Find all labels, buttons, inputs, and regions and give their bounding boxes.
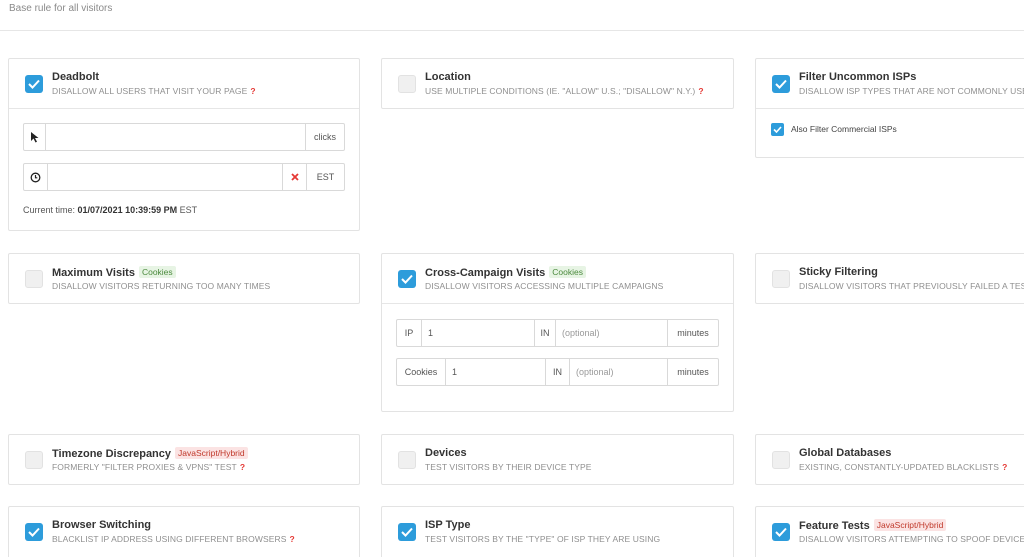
cross-campaign-checkbox[interactable] bbox=[398, 270, 416, 288]
filter-isps-checkbox[interactable] bbox=[772, 75, 790, 93]
card-timezone-discrepancy: Timezone Discrepancy JavaScript/Hybrid FO… bbox=[8, 434, 360, 485]
question-icon[interactable]: ? bbox=[250, 86, 255, 96]
cross-campaign-desc: DISALLOW VISITORS ACCESSING MULTIPLE CAM… bbox=[425, 281, 664, 291]
location-title: Location bbox=[425, 71, 471, 83]
devices-title: Devices bbox=[425, 447, 467, 459]
browser-switch-desc: BLACKLIST IP ADDRESS USING DIFFERENT BRO… bbox=[52, 534, 295, 544]
ip-in-label: IN bbox=[535, 320, 556, 346]
ip-limit-row: IP 1 IN (optional) minutes bbox=[396, 319, 719, 347]
cookies-badge: Cookies bbox=[549, 266, 586, 278]
card-isp-type: ISP Type TEST VISITORS BY THE "TYPE" OF … bbox=[381, 506, 734, 557]
timezone-checkbox[interactable] bbox=[25, 451, 43, 469]
card-location: Location USE MULTIPLE CONDITIONS (IE. "A… bbox=[381, 58, 734, 109]
ip-minutes-unit: minutes bbox=[677, 328, 709, 338]
cookies-minutes-input[interactable]: (optional) bbox=[570, 359, 668, 385]
feature-tests-desc: DISALLOW VISITORS ATTEMPTING TO SPOOF DE… bbox=[799, 534, 1024, 544]
deadbolt-desc: DISALLOW ALL USERS THAT VISIT YOUR PAGE? bbox=[52, 86, 256, 96]
ip-label: IP bbox=[397, 320, 422, 346]
sticky-desc: DISALLOW VISITORS THAT PREVIOUSLY FAILED… bbox=[799, 281, 1024, 291]
cookies-label: Cookies bbox=[397, 359, 446, 385]
time-input-group: EST bbox=[23, 163, 345, 191]
max-visits-checkbox[interactable] bbox=[25, 270, 43, 288]
page-subtitle: Base rule for all visitors bbox=[9, 3, 113, 14]
isp-type-desc: TEST VISITORS BY THE "TYPE" OF ISP THEY … bbox=[425, 534, 661, 544]
card-browser-switching: Browser Switching BLACKLIST IP ADDRESS U… bbox=[8, 506, 360, 557]
clicks-input-group: clicks bbox=[23, 123, 345, 151]
page-header: Base rule for all visitors bbox=[0, 0, 1024, 31]
question-icon[interactable]: ? bbox=[1002, 462, 1007, 472]
feature-tests-checkbox[interactable] bbox=[772, 523, 790, 541]
filter-isps-title: Filter Uncommon ISPs bbox=[799, 71, 917, 83]
javascript-badge: JavaScript/Hybrid bbox=[175, 447, 248, 459]
javascript-badge: JavaScript/Hybrid bbox=[873, 519, 947, 531]
cookies-badge: Cookies bbox=[138, 266, 176, 278]
clock-icon bbox=[24, 164, 48, 190]
cursor-icon bbox=[24, 124, 46, 150]
check-icon bbox=[775, 527, 787, 537]
clicks-input[interactable] bbox=[46, 124, 306, 150]
card-maximum-visits: Maximum Visits Cookies DISALLOW VISITORS … bbox=[8, 253, 360, 304]
global-db-desc: EXISTING, CONSTANTLY-UPDATED BLACKLISTS? bbox=[799, 462, 1008, 472]
max-visits-desc: DISALLOW VISITORS RETURNING TOO MANY TIM… bbox=[52, 281, 271, 291]
location-checkbox[interactable] bbox=[398, 75, 416, 93]
cookies-count-input[interactable]: 1 bbox=[446, 359, 546, 385]
location-desc: USE MULTIPLE CONDITIONS (IE. "ALLOW" U.S… bbox=[425, 86, 704, 96]
feature-tests-title: Feature Tests JavaScript/Hybrid bbox=[799, 519, 947, 532]
question-icon[interactable]: ? bbox=[290, 534, 295, 544]
cross-campaign-title: Cross-Campaign Visits Cookies bbox=[425, 266, 586, 279]
isp-type-title: ISP Type bbox=[425, 519, 471, 531]
clicks-suffix: clicks bbox=[314, 132, 336, 142]
cookies-in-label: IN bbox=[546, 359, 570, 385]
card-deadbolt: Deadbolt DISALLOW ALL USERS THAT VISIT Y… bbox=[8, 58, 360, 231]
question-icon[interactable]: ? bbox=[240, 462, 245, 472]
card-sticky-filtering: Sticky Filtering DISALLOW VISITORS THAT … bbox=[755, 253, 1024, 304]
max-visits-title: Maximum Visits Cookies bbox=[52, 266, 176, 279]
clear-time-button[interactable] bbox=[283, 164, 307, 190]
ip-minutes-input[interactable]: (optional) bbox=[556, 320, 668, 346]
commercial-isps-label: Also Filter Commercial ISPs bbox=[791, 124, 897, 134]
card-feature-tests: Feature Tests JavaScript/Hybrid DISALLOW … bbox=[755, 506, 1024, 557]
commercial-isps-checkbox[interactable] bbox=[771, 123, 784, 136]
timezone-desc: FORMERLY "FILTER PROXIES & VPNS" TEST? bbox=[52, 462, 246, 472]
timezone-title: Timezone Discrepancy JavaScript/Hybrid bbox=[52, 447, 248, 460]
devices-checkbox[interactable] bbox=[398, 451, 416, 469]
check-icon bbox=[28, 79, 40, 89]
browser-switch-title: Browser Switching bbox=[52, 519, 152, 531]
cookies-minutes-unit: minutes bbox=[677, 367, 709, 377]
check-icon bbox=[401, 274, 413, 284]
check-icon bbox=[773, 126, 782, 133]
card-devices: Devices TEST VISITORS BY THEIR DEVICE TY… bbox=[381, 434, 734, 485]
browser-switch-checkbox[interactable] bbox=[25, 523, 43, 541]
isp-type-checkbox[interactable] bbox=[398, 523, 416, 541]
filter-isps-desc: DISALLOW ISP TYPES THAT ARE NOT COMMONLY… bbox=[799, 86, 1024, 96]
check-icon bbox=[28, 527, 40, 537]
check-icon bbox=[775, 79, 787, 89]
check-icon bbox=[401, 527, 413, 537]
sticky-checkbox[interactable] bbox=[772, 270, 790, 288]
global-db-title: Global Databases bbox=[799, 447, 892, 459]
deadbolt-checkbox[interactable] bbox=[25, 75, 43, 93]
timezone-select[interactable]: EST bbox=[307, 164, 344, 190]
close-icon bbox=[290, 173, 299, 181]
deadbolt-title: Deadbolt bbox=[52, 71, 100, 83]
ip-count-input[interactable]: 1 bbox=[422, 320, 535, 346]
sticky-title: Sticky Filtering bbox=[799, 266, 878, 278]
card-global-databases: Global Databases EXISTING, CONSTANTLY-UP… bbox=[755, 434, 1024, 485]
question-icon[interactable]: ? bbox=[698, 86, 703, 96]
card-filter-uncommon-isps: Filter Uncommon ISPs DISALLOW ISP TYPES … bbox=[755, 58, 1024, 158]
cookies-limit-row: Cookies 1 IN (optional) minutes bbox=[396, 358, 719, 386]
card-cross-campaign: Cross-Campaign Visits Cookies DISALLOW VI… bbox=[381, 253, 734, 412]
current-time: Current time: 01/07/2021 10:39:59 PM EST bbox=[23, 205, 198, 215]
devices-desc: TEST VISITORS BY THEIR DEVICE TYPE bbox=[425, 462, 592, 472]
time-input[interactable] bbox=[48, 164, 283, 190]
global-db-checkbox[interactable] bbox=[772, 451, 790, 469]
